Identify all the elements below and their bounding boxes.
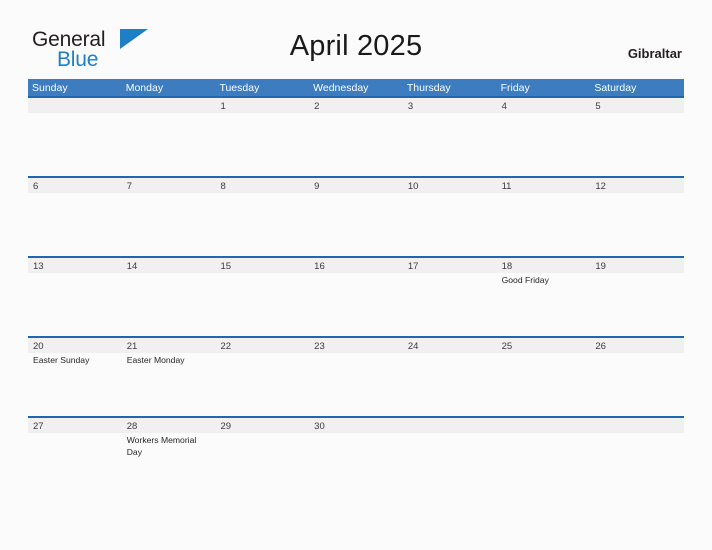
day-number: 10 — [407, 181, 419, 192]
calendar-day-cell[interactable]: 15 — [215, 258, 309, 336]
weekday-wednesday: Wednesday — [313, 82, 369, 94]
day-events: Workers Memorial Day — [127, 435, 211, 458]
calendar-day-cell[interactable]: 16 — [309, 258, 403, 336]
calendar-day-cell[interactable]: 21 Easter Monday — [122, 338, 216, 416]
calendar-day-cell-empty — [497, 418, 591, 499]
calendar-day-cell[interactable]: 22 — [215, 338, 309, 416]
day-number — [502, 420, 586, 433]
calendar-page: General Blue April 2025 Gibraltar Sunday… — [0, 0, 712, 550]
day-events: Good Friday — [502, 275, 586, 287]
calendar-week-row: 20 Easter Sunday 21 Easter Monday 22 23 24 25 26 — [28, 336, 684, 416]
day-number: 14 — [126, 261, 138, 272]
calendar-day-cell[interactable]: 7 — [122, 178, 216, 256]
calendar-week-row: 6 7 8 9 10 11 12 — [28, 176, 684, 256]
calendar-day-cell-empty — [28, 98, 122, 176]
day-number: 5 — [595, 101, 601, 112]
calendar-week-row: 1 2 3 4 5 — [28, 96, 684, 176]
page-header: General Blue April 2025 Gibraltar — [0, 0, 712, 78]
calendar-day-cell[interactable]: 28 Workers Memorial Day — [122, 418, 216, 499]
calendar-day-cell-empty — [122, 98, 216, 176]
weekday-header-row: Sunday Monday Tuesday Wednesday Thursday… — [28, 79, 684, 96]
day-number — [127, 100, 211, 113]
holiday-event-label: Good Friday — [501, 275, 549, 285]
calendar-day-cell[interactable]: 26 — [590, 338, 684, 416]
calendar-day-cell-empty — [403, 418, 497, 499]
weekday-thursday: Thursday — [406, 82, 451, 94]
weekday-monday: Monday — [125, 82, 164, 94]
calendar-day-cell[interactable]: 1 — [215, 98, 309, 176]
holiday-event-label: Workers Memorial Day — [126, 435, 197, 457]
day-number: 25 — [501, 341, 513, 352]
calendar-day-cell[interactable]: 27 — [28, 418, 122, 499]
calendar-day-cell[interactable]: 29 — [215, 418, 309, 499]
calendar-day-cell[interactable]: 19 — [590, 258, 684, 336]
day-number: 9 — [314, 181, 320, 192]
day-number: 11 — [501, 181, 512, 192]
calendar-day-cell[interactable]: 14 — [122, 258, 216, 336]
calendar-day-cell[interactable]: 20 Easter Sunday — [28, 338, 122, 416]
day-number — [595, 420, 679, 433]
day-number: 30 — [314, 421, 325, 432]
day-number: 7 — [126, 181, 133, 192]
day-number: 4 — [501, 101, 507, 112]
weekday-tuesday: Tuesday — [219, 82, 260, 94]
day-number: 24 — [407, 341, 419, 352]
holiday-event-label: Easter Sunday — [33, 355, 90, 365]
day-number — [408, 420, 492, 433]
day-number: 17 — [407, 261, 419, 272]
day-number: 26 — [595, 341, 606, 352]
weekday-saturday: Saturday — [594, 82, 637, 94]
holiday-event-label: Easter Monday — [126, 355, 185, 365]
day-number: 6 — [33, 181, 39, 192]
day-number: 15 — [220, 261, 232, 272]
day-events: Easter Sunday — [33, 355, 117, 367]
calendar-day-cell[interactable]: 25 — [497, 338, 591, 416]
calendar-day-cell[interactable]: 5 — [590, 98, 684, 176]
calendar-day-cell[interactable]: 9 — [309, 178, 403, 256]
day-number: 2 — [314, 101, 320, 112]
day-number: 16 — [314, 261, 325, 272]
day-number: 19 — [595, 261, 606, 272]
day-number: 18 — [501, 261, 513, 272]
day-number — [33, 100, 117, 113]
calendar-day-cell[interactable]: 2 — [309, 98, 403, 176]
calendar-week-row: 27 28 Workers Memorial Day 29 30 — [28, 416, 684, 499]
calendar-day-cell[interactable]: 3 — [403, 98, 497, 176]
day-number: 8 — [220, 181, 226, 192]
calendar-day-cell-empty — [590, 418, 684, 499]
calendar-week-row: 13 14 15 16 17 18 Good Friday 19 — [28, 256, 684, 336]
day-number: 1 — [220, 101, 226, 112]
calendar-day-cell[interactable]: 23 — [309, 338, 403, 416]
day-number: 13 — [33, 261, 44, 272]
calendar-location: Gibraltar — [627, 46, 682, 61]
day-number: 3 — [407, 101, 414, 112]
day-number: 23 — [314, 341, 325, 352]
calendar-day-cell[interactable]: 10 — [403, 178, 497, 256]
calendar-grid: Sunday Monday Tuesday Wednesday Thursday… — [28, 79, 684, 499]
day-number: 12 — [595, 181, 606, 192]
calendar-day-cell[interactable]: 13 — [28, 258, 122, 336]
calendar-day-cell[interactable]: 12 — [590, 178, 684, 256]
day-number: 29 — [220, 421, 232, 432]
day-number: 22 — [220, 341, 232, 352]
calendar-weeks: 1 2 3 4 5 6 7 8 9 10 11 12 13 14 15 16 17 18 Good Friday 19… — [28, 96, 684, 499]
calendar-day-cell[interactable]: 4 — [497, 98, 591, 176]
calendar-day-cell[interactable]: 8 — [215, 178, 309, 256]
calendar-day-cell[interactable]: 6 — [28, 178, 122, 256]
calendar-day-cell[interactable]: 18 Good Friday — [497, 258, 591, 336]
calendar-day-cell[interactable]: 30 — [309, 418, 403, 499]
weekday-sunday: Sunday — [32, 82, 68, 94]
calendar-day-cell[interactable]: 17 — [403, 258, 497, 336]
day-events: Easter Monday — [127, 355, 211, 367]
day-number: 20 — [33, 341, 44, 352]
weekday-friday: Friday — [500, 82, 530, 94]
calendar-day-cell[interactable]: 24 — [403, 338, 497, 416]
calendar-day-cell[interactable]: 11 — [497, 178, 591, 256]
day-number: 27 — [33, 421, 44, 432]
day-number: 28 — [126, 421, 138, 432]
page-title: April 2025 — [289, 30, 423, 62]
day-number: 21 — [126, 341, 138, 352]
